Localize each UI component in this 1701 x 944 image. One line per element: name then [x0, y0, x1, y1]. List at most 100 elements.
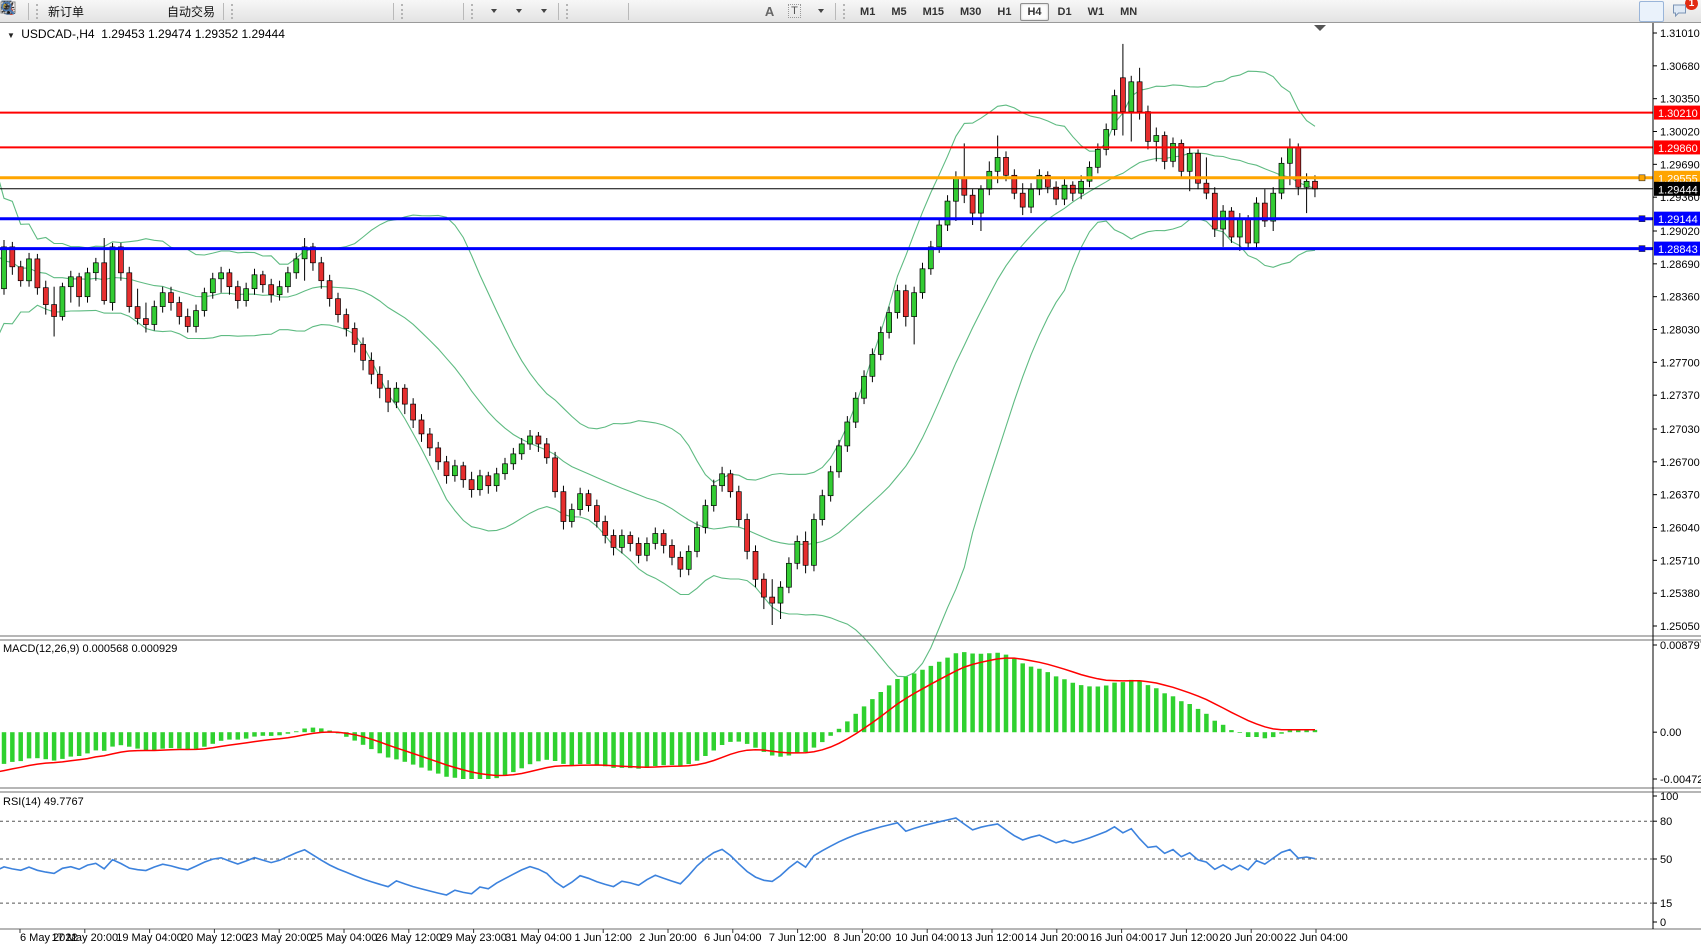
bull-candle — [503, 464, 508, 474]
price-axis-label: 1.28360 — [1660, 292, 1700, 304]
bear-candle — [903, 291, 908, 317]
zoom-in-button[interactable] — [315, 1, 340, 22]
bull-candle — [853, 398, 858, 422]
signals-button[interactable] — [139, 1, 164, 22]
timeframe-m15-button[interactable]: M15 — [916, 3, 951, 21]
rsi-axis-label: 15 — [1660, 898, 1672, 910]
line-handle[interactable] — [1639, 246, 1645, 252]
timeframe-h1-button[interactable]: H1 — [990, 3, 1018, 21]
auto-trading-button[interactable]: 自动交易 — [164, 1, 220, 22]
timeframe-w1-button[interactable]: W1 — [1081, 3, 1112, 21]
price-badge-label: 1.29860 — [1658, 143, 1698, 155]
bull-candle — [294, 259, 299, 273]
bear-candle — [628, 536, 633, 544]
candlestick-mode-button[interactable] — [265, 1, 290, 22]
bear-candle — [436, 448, 441, 462]
bull-candle — [937, 225, 942, 247]
bear-candle — [260, 275, 265, 285]
bull-candle — [394, 388, 399, 402]
new-order-label: 新订单 — [48, 3, 84, 20]
timeframe-h4-button[interactable]: H4 — [1020, 3, 1048, 21]
timeframe-m5-button[interactable]: M5 — [884, 3, 913, 21]
auto-scroll-button[interactable] — [410, 1, 435, 22]
price-axis-label: 1.25050 — [1660, 621, 1700, 633]
bull-candle — [85, 273, 90, 297]
deposit-button[interactable] — [89, 1, 114, 22]
search-button[interactable] — [1639, 1, 1664, 22]
rsi-name: RSI(14) — [3, 796, 41, 808]
price-axis-label: 1.26700 — [1660, 457, 1700, 469]
zoom-out-button[interactable] — [340, 1, 365, 22]
time-axis-label: 2 Jun 20:00 — [639, 932, 697, 944]
bear-candle — [269, 285, 274, 295]
bear-candle — [377, 374, 382, 388]
bear-candle — [770, 597, 775, 603]
bull-candle — [1271, 193, 1276, 221]
fibonacci-tool-button[interactable]: F — [732, 1, 757, 22]
bear-candle — [1146, 112, 1151, 142]
bull-candle — [862, 376, 867, 398]
bear-candle — [561, 492, 566, 522]
price-axis-label: 1.25380 — [1660, 588, 1700, 600]
bear-candle — [369, 360, 374, 374]
dropdown-arrow-icon — [516, 9, 522, 13]
search-icon — [0, 0, 16, 16]
horizontal-line-tool-button[interactable] — [657, 1, 682, 22]
price-axis-label: 1.30680 — [1660, 61, 1700, 73]
text-label-tool-button[interactable]: T — [782, 1, 807, 22]
bear-candle — [1162, 136, 1167, 162]
cursor-tool-button[interactable] — [575, 1, 600, 22]
macd-axis-label: -0.004725 — [1660, 774, 1701, 786]
market-button[interactable] — [114, 1, 139, 22]
price-badge-label: 1.28843 — [1658, 244, 1698, 256]
chart-shift-marker-icon[interactable] — [1314, 25, 1326, 31]
indicators-button[interactable] — [480, 1, 505, 22]
price-axis-label: 1.27030 — [1660, 424, 1700, 436]
timeframe-d1-button[interactable]: D1 — [1051, 3, 1079, 21]
timeframe-mn-button[interactable]: MN — [1113, 3, 1144, 21]
new-order-button[interactable]: 新订单 — [45, 1, 89, 22]
line-handle[interactable] — [1639, 175, 1645, 181]
equidistant-channel-tool-button[interactable]: E — [707, 1, 732, 22]
timeframe-m1-button[interactable]: M1 — [853, 3, 882, 21]
chart-area[interactable]: 1.310101.306801.303501.300201.296901.293… — [0, 0, 1701, 944]
bear-candle — [143, 319, 148, 325]
bull-candle — [619, 536, 624, 548]
bear-candle — [361, 344, 366, 360]
collapse-triangle-icon[interactable]: ▼ — [7, 31, 15, 40]
price-badge-label: 1.29444 — [1658, 184, 1698, 196]
timeframe-m30-button[interactable]: M30 — [953, 3, 988, 21]
toolbar-separator — [28, 3, 29, 20]
bull-candle — [895, 291, 900, 313]
bull-candle — [644, 543, 649, 555]
crosshair-tool-button[interactable] — [600, 1, 625, 22]
periods-button[interactable] — [505, 1, 530, 22]
bull-candle — [1304, 181, 1309, 187]
line-chart-mode-button[interactable] — [290, 1, 315, 22]
vertical-line-tool-button[interactable] — [632, 1, 657, 22]
text-tool-button[interactable]: A — [757, 1, 782, 22]
bear-candle — [344, 315, 349, 329]
trendline-tool-button[interactable] — [682, 1, 707, 22]
price-axis-label: 1.31010 — [1660, 28, 1700, 40]
arrows-tool-button[interactable] — [807, 1, 832, 22]
chart-shift-button[interactable] — [435, 1, 460, 22]
rsi-axis-label: 0 — [1660, 917, 1666, 929]
bar-chart-mode-button[interactable] — [240, 1, 265, 22]
bull-candle — [837, 446, 842, 472]
time-axis-label: 17 Jun 12:00 — [1155, 932, 1219, 944]
bear-candle — [1137, 82, 1142, 112]
bear-candle — [1313, 181, 1318, 189]
bear-candle — [678, 557, 683, 569]
time-axis-label: 17 May 20:00 — [51, 932, 118, 944]
templates-button[interactable] — [530, 1, 555, 22]
time-axis-label: 1 Jun 12:00 — [574, 932, 632, 944]
time-axis-label: 20 May 12:00 — [181, 932, 248, 944]
bull-candle — [828, 472, 833, 496]
line-handle[interactable] — [1639, 216, 1645, 222]
toolbar-grip — [566, 4, 572, 19]
bull-candle — [703, 506, 708, 528]
notifications-button[interactable]: 1 — [1670, 1, 1695, 22]
time-axis-label: 26 May 12:00 — [375, 932, 442, 944]
tile-windows-button[interactable] — [365, 1, 390, 22]
